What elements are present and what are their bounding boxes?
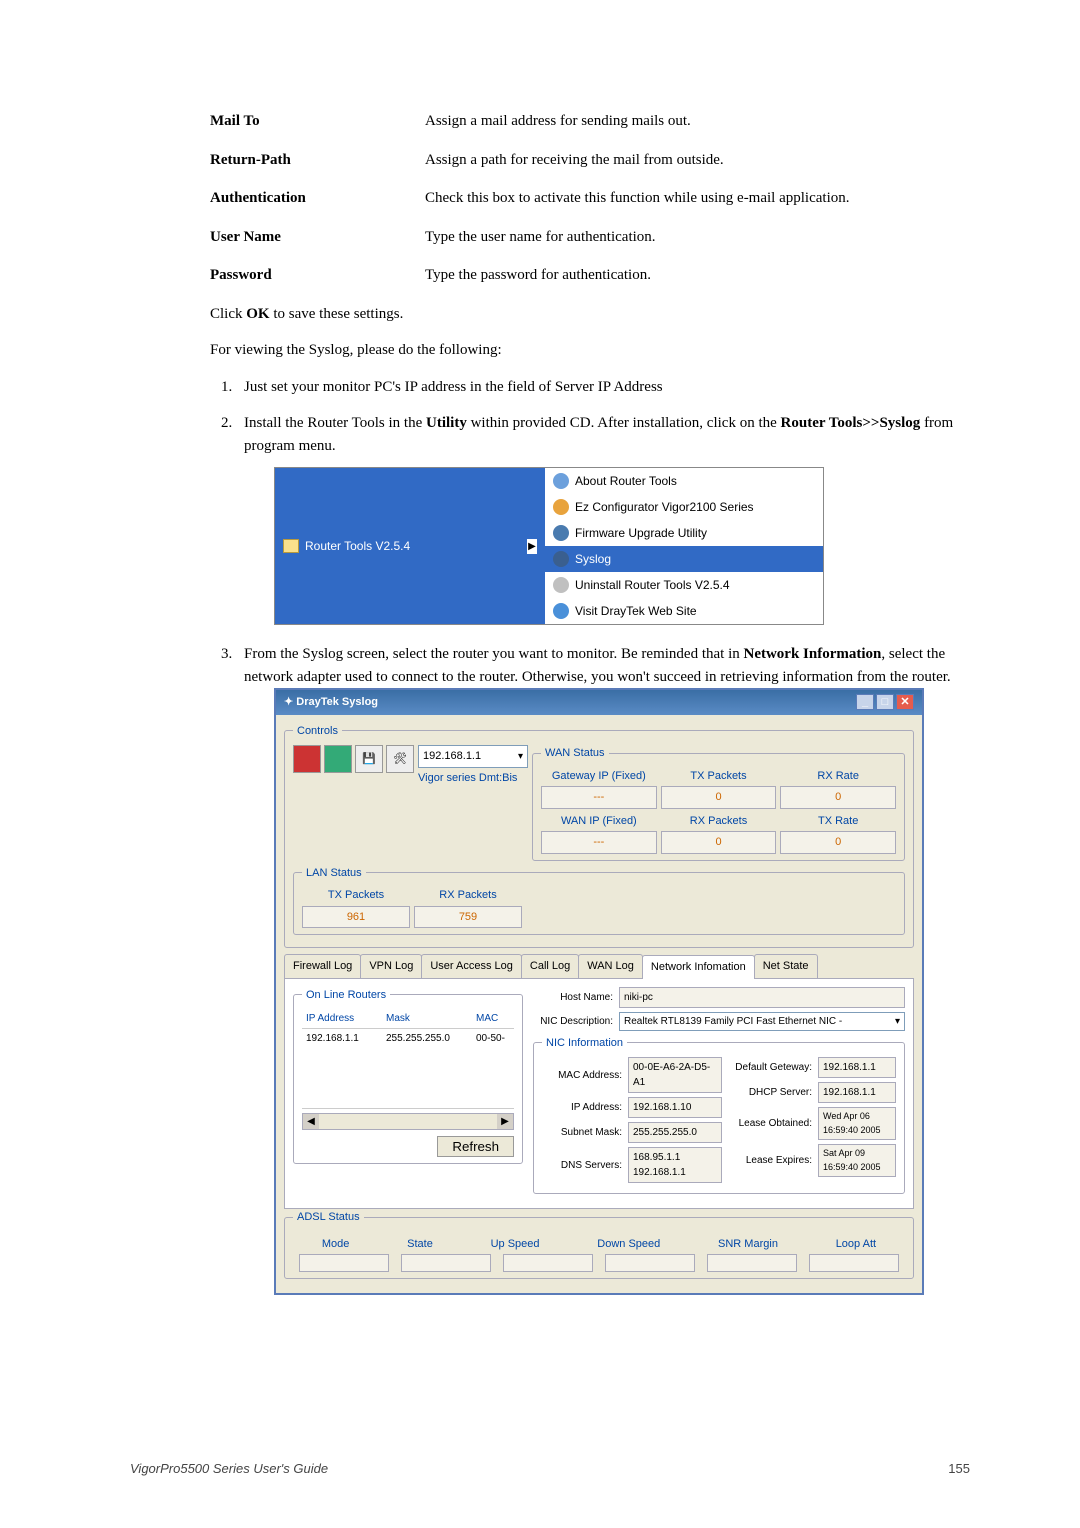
menu-visit[interactable]: Visit DrayTek Web Site <box>545 598 823 624</box>
chevron-down-icon: ▾ <box>895 1014 900 1029</box>
def-password: Password Type the password for authentic… <box>210 264 960 287</box>
play-icon[interactable] <box>324 745 352 773</box>
term-returnpath: Return-Path <box>210 149 425 172</box>
web-icon <box>553 603 569 619</box>
desc-username: Type the user name for authentication. <box>425 226 960 249</box>
tab-user[interactable]: User Access Log <box>421 954 522 978</box>
term-mailto: Mail To <box>210 110 425 133</box>
steps-list: Just set your monitor PC's IP address in… <box>210 376 960 1296</box>
click-ok-para: Click OK to save these settings. <box>210 303 960 326</box>
tab-body: On Line Routers IP Address Mask MAC 192.… <box>284 979 914 1210</box>
footer-page: 155 <box>948 1459 970 1479</box>
upgrade-icon <box>553 525 569 541</box>
scroll-right-icon[interactable]: ▶ <box>497 1114 513 1129</box>
close-button[interactable]: ✕ <box>896 694 914 710</box>
lan-status-fieldset: LAN Status TX Packets961 RX Packets759 <box>293 865 905 936</box>
def-mailto: Mail To Assign a mail address for sendin… <box>210 110 960 133</box>
footer-guide: VigorPro5500 Series User's Guide <box>130 1459 328 1479</box>
term-auth: Authentication <box>210 187 425 210</box>
def-auth: Authentication Check this box to activat… <box>210 187 960 210</box>
def-username: User Name Type the user name for authent… <box>210 226 960 249</box>
tab-firewall[interactable]: Firewall Log <box>284 954 361 978</box>
uninstall-icon <box>553 577 569 593</box>
viewing-intro: For viewing the Syslog, please do the fo… <box>210 339 960 362</box>
desc-auth: Check this box to activate this function… <box>425 187 960 210</box>
refresh-button[interactable]: Refresh <box>437 1136 514 1157</box>
menu-parent[interactable]: Router Tools V2.5.4 ▶ <box>275 468 545 624</box>
disk-icon[interactable]: 💾 <box>355 745 383 773</box>
h-scrollbar[interactable]: ◀ ▶ <box>302 1113 514 1130</box>
chevron-down-icon: ▾ <box>518 749 523 764</box>
menu-syslog[interactable]: Syslog <box>545 546 823 572</box>
syslog-titlebar: ✦ DrayTek Syslog _ □ ✕ <box>276 690 922 715</box>
tab-wan[interactable]: WAN Log <box>578 954 643 978</box>
minimize-button[interactable]: _ <box>856 694 874 710</box>
desc-returnpath: Assign a path for receiving the mail fro… <box>425 149 960 172</box>
settings-icon[interactable]: 🛠 <box>386 745 414 773</box>
page-footer: VigorPro5500 Series User's Guide 155 <box>130 1459 970 1479</box>
arrow-right-icon: ▶ <box>527 539 537 554</box>
desc-mailto: Assign a mail address for sending mails … <box>425 110 960 133</box>
menu-screenshot: Router Tools V2.5.4 ▶ About Router Tools… <box>274 467 960 625</box>
nic-info-fieldset: NIC Information MAC Address:00-0E-A6-2A-… <box>533 1035 905 1195</box>
tab-call[interactable]: Call Log <box>521 954 579 978</box>
term-password: Password <box>210 264 425 287</box>
router-ip-select[interactable]: 192.168.1.1▾ <box>418 745 528 768</box>
routers-fieldset: On Line Routers IP Address Mask MAC 192.… <box>293 987 523 1165</box>
info-icon <box>553 473 569 489</box>
desc-password: Type the password for authentication. <box>425 264 960 287</box>
scroll-left-icon[interactable]: ◀ <box>303 1114 319 1129</box>
tab-netinfo[interactable]: Network Infomation <box>642 955 755 979</box>
step-3: From the Syslog screen, select the route… <box>236 643 960 1295</box>
syslog-icon <box>553 551 569 567</box>
tab-netstate[interactable]: Net State <box>754 954 818 978</box>
def-returnpath: Return-Path Assign a path for receiving … <box>210 149 960 172</box>
step-2: Install the Router Tools in the Utility … <box>236 412 960 625</box>
menu-uninstall[interactable]: Uninstall Router Tools V2.5.4 <box>545 572 823 598</box>
adsl-fieldset: ADSL Status Mode State Up Speed Down Spe… <box>284 1209 914 1279</box>
term-username: User Name <box>210 226 425 249</box>
record-icon[interactable] <box>293 745 321 773</box>
config-icon <box>553 499 569 515</box>
folder-icon <box>283 539 299 553</box>
controls-fieldset: Controls 💾 🛠 192.168.1.1▾ Vigor series D… <box>284 723 914 949</box>
nic-select[interactable]: Realtek RTL8139 Family PCI Fast Ethernet… <box>619 1012 905 1031</box>
syslog-window: ✦ DrayTek Syslog _ □ ✕ Controls 💾 🛠 <box>274 688 924 1295</box>
app-icon: ✦ <box>284 696 293 708</box>
maximize-button[interactable]: □ <box>876 694 894 710</box>
wan-status-fieldset: WAN Status Gateway IP (Fixed)--- TX Pack… <box>532 745 905 861</box>
menu-fw[interactable]: Firmware Upgrade Utility <box>545 520 823 546</box>
tab-vpn[interactable]: VPN Log <box>360 954 422 978</box>
tabs: Firewall Log VPN Log User Access Log Cal… <box>284 954 914 979</box>
step-1: Just set your monitor PC's IP address in… <box>236 376 960 399</box>
routers-row[interactable]: 192.168.1.1 255.255.255.0 00-50- <box>302 1029 514 1109</box>
menu-ez[interactable]: Ez Configurator Vigor2100 Series <box>545 494 823 520</box>
menu-about[interactable]: About Router Tools <box>545 468 823 494</box>
